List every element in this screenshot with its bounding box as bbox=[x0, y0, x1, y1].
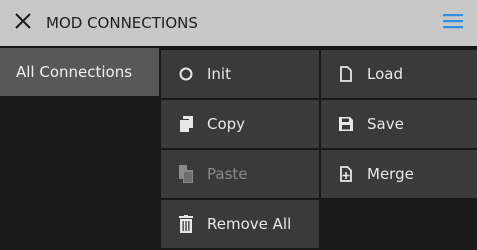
mod-connections-window: MOD CONNECTIONS All Connections Init Cop… bbox=[0, 0, 477, 250]
merge-button[interactable]: Merge bbox=[321, 150, 477, 198]
load-button[interactable]: Load bbox=[321, 50, 477, 98]
copy-button[interactable]: Copy bbox=[161, 100, 319, 148]
init-label: Init bbox=[207, 65, 231, 83]
file-icon bbox=[337, 65, 355, 83]
page-title: MOD CONNECTIONS bbox=[46, 14, 198, 32]
save-button[interactable]: Save bbox=[321, 100, 477, 148]
copy-label: Copy bbox=[207, 115, 246, 133]
title-bar: MOD CONNECTIONS bbox=[0, 0, 477, 46]
save-label: Save bbox=[367, 115, 404, 133]
trash-icon bbox=[177, 215, 195, 233]
close-button[interactable] bbox=[0, 0, 46, 46]
sidebar-item-all-connections[interactable]: All Connections bbox=[0, 48, 159, 96]
remove-all-label: Remove All bbox=[207, 215, 292, 233]
paste-button[interactable]: Paste bbox=[161, 150, 319, 198]
sidebar-item-label: All Connections bbox=[16, 63, 133, 81]
file-plus-icon bbox=[337, 165, 355, 183]
menu-button[interactable] bbox=[443, 13, 463, 33]
content-area: All Connections Init Copy Paste Remove A… bbox=[0, 48, 477, 250]
init-button[interactable]: Init bbox=[161, 50, 319, 98]
paste-label: Paste bbox=[207, 165, 248, 183]
sidebar: All Connections bbox=[0, 48, 159, 250]
hamburger-menu-icon bbox=[443, 13, 463, 33]
remove-all-button[interactable]: Remove All bbox=[161, 200, 319, 248]
copy-icon bbox=[177, 115, 195, 133]
merge-label: Merge bbox=[367, 165, 414, 183]
close-icon bbox=[14, 12, 32, 34]
floppy-disk-icon bbox=[337, 115, 355, 133]
circle-icon bbox=[177, 65, 195, 83]
load-label: Load bbox=[367, 65, 403, 83]
paste-icon bbox=[177, 165, 195, 183]
